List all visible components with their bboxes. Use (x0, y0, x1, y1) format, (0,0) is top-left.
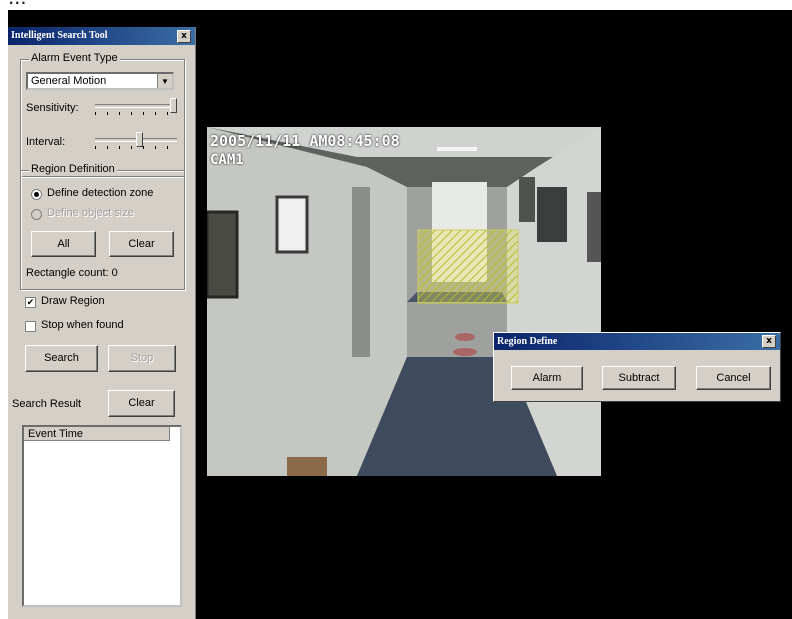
alarm-event-group: Alarm Event Type General Motion ▼ Sensit… (20, 52, 185, 177)
alarm-button[interactable]: Alarm (511, 366, 583, 390)
interval-thumb[interactable] (136, 132, 143, 147)
alarm-event-select[interactable]: General Motion ▼ (26, 72, 174, 90)
event-time-header-label: Event Time (28, 428, 84, 440)
all-button[interactable]: All (31, 231, 96, 257)
subtract-button[interactable]: Subtract (602, 366, 676, 390)
define-object-label: Define object size (47, 207, 134, 219)
sensitivity-ticks (95, 112, 177, 115)
camera-label: CAM1 (210, 152, 244, 168)
rectangle-count: Rectangle count: 0 (26, 267, 118, 279)
stop-when-found-label: Stop when found (41, 319, 124, 331)
panel-close-button[interactable]: x (177, 30, 191, 43)
stop-button[interactable]: Stop (108, 345, 176, 372)
region-define-dialog: Region Define x Alarm Subtract Cancel (493, 332, 781, 402)
search-tool-panel: Intelligent Search Tool x Alarm Event Ty… (8, 27, 196, 619)
panel-title: Intelligent Search Tool (11, 30, 108, 41)
dialog-close-button[interactable]: x (762, 335, 776, 348)
alarm-event-legend: Alarm Event Type (29, 52, 120, 64)
result-clear-button[interactable]: Clear (108, 390, 175, 417)
define-zone-label: Define detection zone (47, 187, 154, 199)
chevron-down-icon[interactable]: ▼ (157, 74, 172, 88)
region-definition-group: Region Definition Define detection zone … (20, 163, 185, 290)
sensitivity-slider[interactable] (95, 98, 177, 115)
interval-label: Interval: (26, 136, 66, 148)
stop-when-found-checkbox[interactable] (25, 321, 36, 332)
sensitivity-label: Sensitivity: (26, 102, 79, 114)
panel-titlebar[interactable]: Intelligent Search Tool x (8, 27, 195, 45)
region-definition-legend: Region Definition (29, 163, 117, 175)
event-list[interactable]: Event Time (22, 425, 182, 607)
interval-ticks (95, 146, 177, 149)
interval-slider[interactable] (95, 132, 177, 149)
check-mark-icon: ✔ (26, 297, 35, 307)
sensitivity-track (95, 104, 177, 108)
event-time-header[interactable]: Event Time (24, 427, 170, 441)
sensitivity-thumb[interactable] (170, 98, 177, 113)
define-object-radio[interactable] (31, 209, 42, 220)
cancel-button[interactable]: Cancel (696, 366, 771, 390)
left-white-strip (0, 0, 8, 619)
video-timestamp: 2005/11/11 AM08:45:08 (210, 132, 400, 150)
draw-region-checkbox[interactable]: ✔ (25, 297, 36, 308)
search-result-label: Search Result (12, 398, 82, 410)
corridor-scene (207, 127, 601, 476)
dialog-titlebar[interactable]: Region Define x (494, 333, 780, 350)
draw-region-label: Draw Region (41, 295, 105, 307)
search-button[interactable]: Search (25, 345, 98, 372)
region-clear-button[interactable]: Clear (109, 231, 174, 257)
top-white-strip: .... (0, 0, 792, 10)
define-zone-radio[interactable] (31, 189, 42, 200)
dialog-title: Region Define (497, 336, 558, 347)
camera-view[interactable]: 2005/11/11 AM08:45:08 CAM1 (207, 127, 601, 476)
alarm-event-value: General Motion (31, 75, 107, 87)
